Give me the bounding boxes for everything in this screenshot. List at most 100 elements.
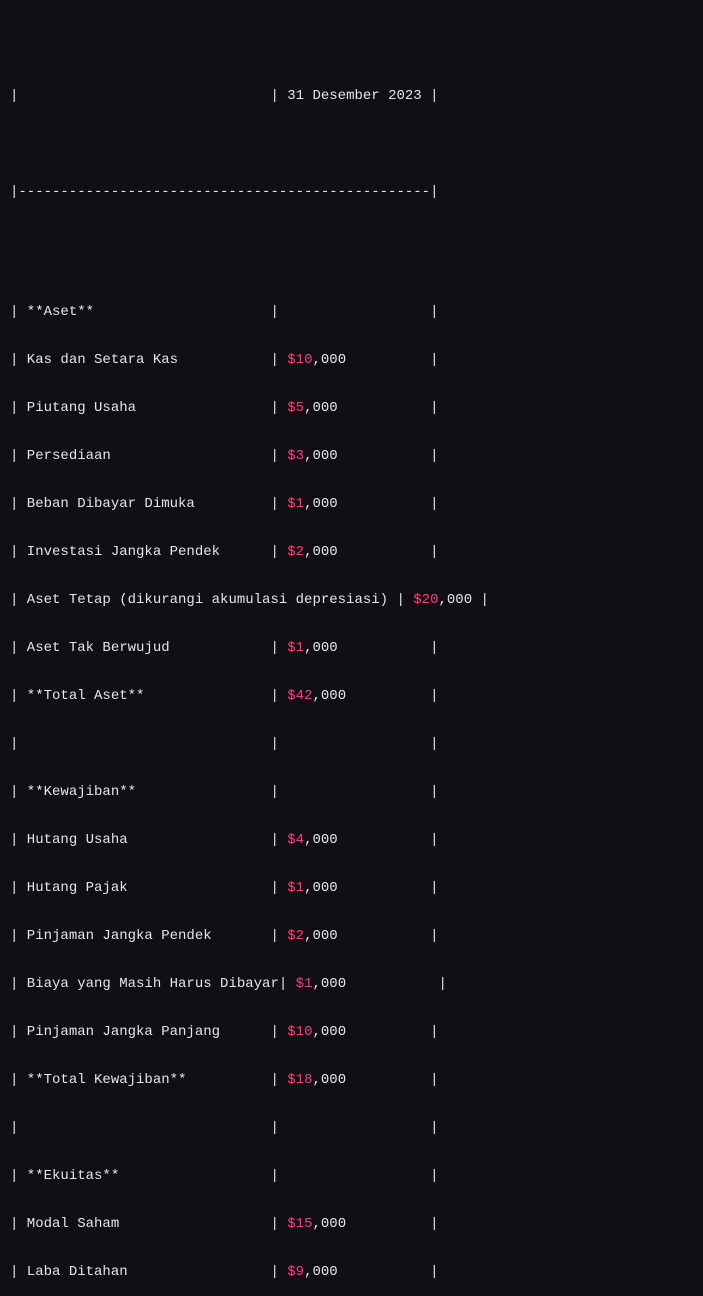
pipe: | [430, 352, 438, 368]
table-row-spanning: | Aset Tetap (dikurangi akumulasi depres… [10, 588, 693, 612]
amount-cell: $9,000 [279, 1264, 430, 1280]
blank-row: | | | [10, 1116, 693, 1140]
empty-amount-cell [279, 1168, 430, 1184]
pipe: | [430, 1168, 438, 1184]
table-body: | **Aset** | | | Kas dan Setara Kas | $1… [10, 300, 693, 1296]
table-header-row: | | 31 Desember 2023 | [10, 84, 693, 108]
pipe: | [270, 448, 278, 464]
section-title-cell: **Ekuitas** [18, 1168, 270, 1184]
pipe: | [270, 544, 278, 560]
header-date-cell: 31 Desember 2023 [279, 88, 430, 104]
section-total-row: | **Total Aset** | $42,000 | [10, 684, 693, 708]
pipe: | [270, 304, 278, 320]
table-row: | Pinjaman Jangka Pendek | $2,000 | [10, 924, 693, 948]
header-empty-cell [18, 88, 270, 104]
pipe: | [10, 1168, 18, 1184]
pipe: | [430, 304, 438, 320]
table-divider: |---------------------------------------… [10, 180, 693, 204]
pipe: | [439, 976, 447, 992]
amount-cell: $5,000 [279, 400, 430, 416]
label-cell: Investasi Jangka Pendek [18, 544, 270, 560]
amount-cell: $42,000 [279, 688, 430, 704]
terminal-table: | | 31 Desember 2023 | |----------------… [0, 0, 703, 1296]
amount-cell: $2,000 [279, 544, 430, 560]
table-row: | Hutang Pajak | $1,000 | [10, 876, 693, 900]
pipe: | [270, 688, 278, 704]
amount-cell: $2,000 [279, 928, 430, 944]
pipe: | [10, 688, 18, 704]
amount-cell: $1,000 [279, 880, 430, 896]
pipe: | [430, 688, 438, 704]
table-row: | Biaya yang Masih Harus Dibayar| $1,000… [10, 972, 693, 996]
pipe: | [430, 1024, 438, 1040]
pipe: | [10, 1072, 18, 1088]
pipe: | [430, 1120, 438, 1136]
pipe: | [430, 400, 438, 416]
pipe: | [430, 880, 438, 896]
table-row: | Persediaan | $3,000 | [10, 444, 693, 468]
pipe: | [10, 1264, 18, 1280]
pipe: | [270, 352, 278, 368]
empty-amount-cell [279, 1120, 430, 1136]
label-cell: Pinjaman Jangka Pendek [18, 928, 270, 944]
label-cell: Kas dan Setara Kas [18, 352, 270, 368]
table-row: | Investasi Jangka Pendek | $2,000 | [10, 540, 693, 564]
label-cell: Laba Ditahan [18, 1264, 270, 1280]
section-total-row: | **Total Kewajiban** | $18,000 | [10, 1068, 693, 1092]
label-cell: Hutang Usaha [18, 832, 270, 848]
section-title-aset: | **Aset** | | [10, 300, 693, 324]
pipe: | [270, 1168, 278, 1184]
empty-cell [18, 736, 270, 752]
label-cell: Aset Tak Berwujud [18, 640, 270, 656]
pipe: | [270, 88, 278, 104]
label-cell: Pinjaman Jangka Panjang [18, 1024, 270, 1040]
pipe: | [270, 400, 278, 416]
amount-cell: $10,000 [279, 352, 430, 368]
amount-cell: $1,000 [279, 496, 430, 512]
blank-row: | | | [10, 732, 693, 756]
pipe: | [270, 880, 278, 896]
pipe: | [270, 1072, 278, 1088]
amount-cell: $10,000 [279, 1024, 430, 1040]
label-cell: Biaya yang Masih Harus Dibayar [18, 976, 278, 992]
pipe: | [10, 976, 18, 992]
pipe: | [430, 544, 438, 560]
pipe: | [10, 592, 18, 608]
empty-cell [18, 1120, 270, 1136]
amount-cell: $1,000 [287, 976, 438, 992]
pipe: | [481, 592, 489, 608]
pipe: | [10, 784, 18, 800]
pipe: | [430, 496, 438, 512]
label-cell: Beban Dibayar Dimuka [18, 496, 270, 512]
amount-cell: $18,000 [279, 1072, 430, 1088]
pipe: | [10, 1120, 18, 1136]
label-cell: Modal Saham [18, 1216, 270, 1232]
section-title-ekuitas: | **Ekuitas** | | [10, 1164, 693, 1188]
pipe: | [270, 1264, 278, 1280]
pipe: | [430, 448, 438, 464]
section-title-cell: **Kewajiban** [18, 784, 270, 800]
pipe: | [430, 928, 438, 944]
label-cell: Persediaan [18, 448, 270, 464]
label-cell: **Total Kewajiban** [18, 1072, 270, 1088]
pipe: | [396, 592, 404, 608]
pipe: | [270, 640, 278, 656]
pipe: | [10, 1216, 18, 1232]
section-title-cell: **Aset** [18, 304, 270, 320]
pipe: | [279, 976, 287, 992]
pipe: | [430, 784, 438, 800]
pipe: | [430, 88, 438, 104]
pipe: | [430, 640, 438, 656]
pipe: | [10, 880, 18, 896]
empty-amount-cell [279, 784, 430, 800]
table-row: | Modal Saham | $15,000 | [10, 1212, 693, 1236]
pipe: | [10, 832, 18, 848]
pipe: | [270, 1024, 278, 1040]
label-cell: **Total Aset** [18, 688, 270, 704]
pipe: | [430, 736, 438, 752]
pipe: | [270, 1120, 278, 1136]
table-row: | Pinjaman Jangka Panjang | $10,000 | [10, 1020, 693, 1044]
table-row: | Laba Ditahan | $9,000 | [10, 1260, 693, 1284]
amount-cell: $4,000 [279, 832, 430, 848]
pipe: | [270, 928, 278, 944]
